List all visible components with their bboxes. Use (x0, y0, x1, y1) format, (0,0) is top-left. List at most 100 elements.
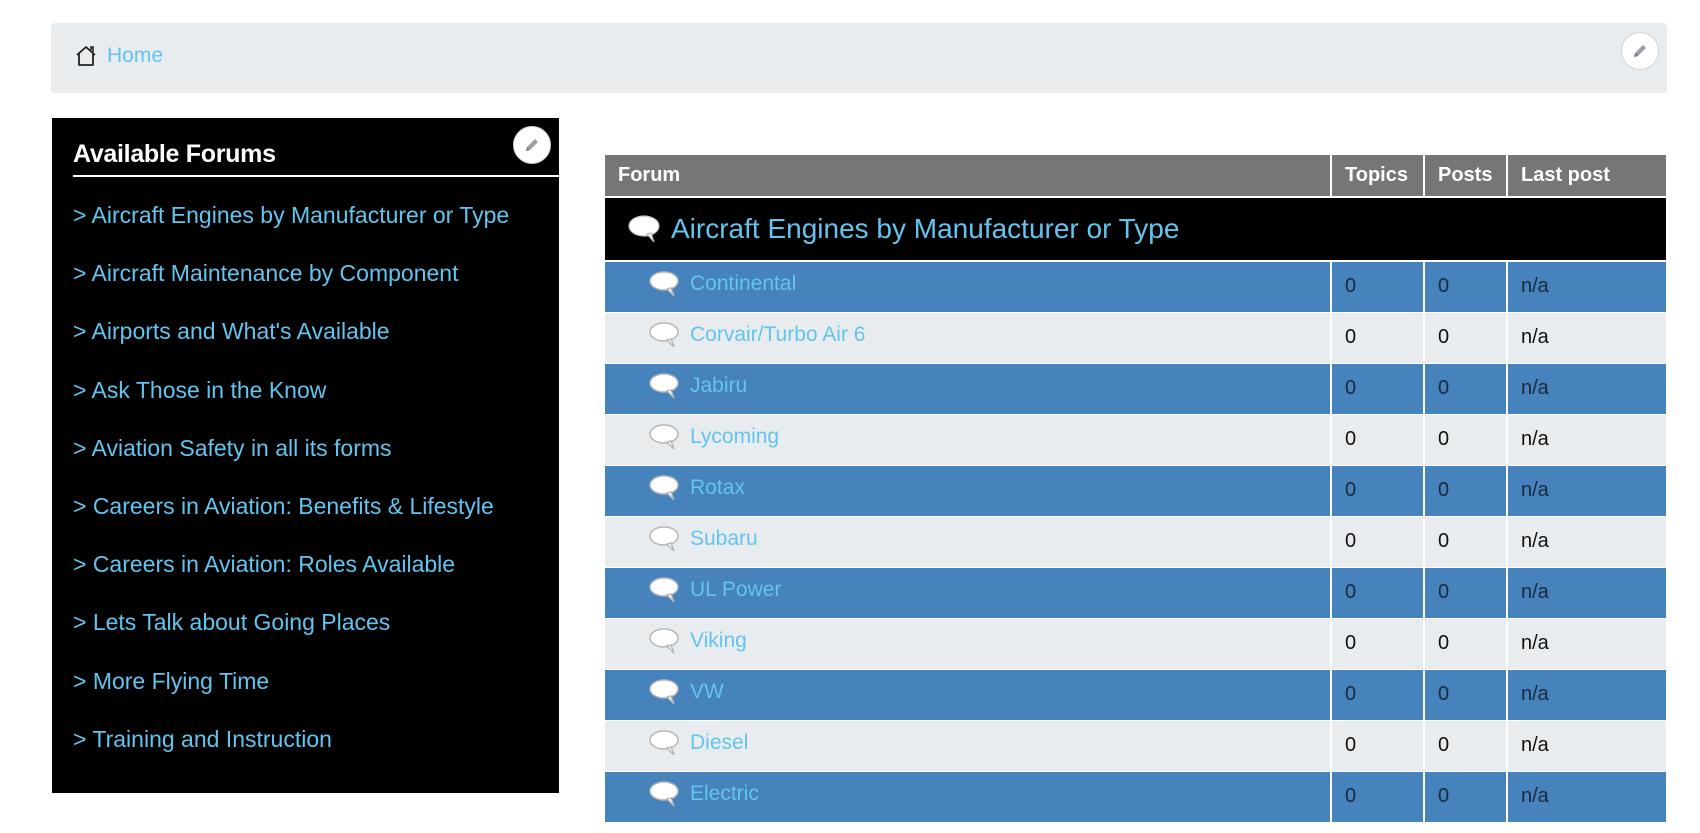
topics-count: 0 (1331, 618, 1425, 670)
topics-count: 0 (1331, 465, 1425, 517)
forum-table: Forum Topics Posts Last post Aircraft En… (605, 155, 1666, 823)
list-item: > More Flying Time (73, 668, 509, 726)
table-header-row: Forum Topics Posts Last post (605, 155, 1666, 198)
forum-nav-link[interactable]: > Aircraft Engines by Manufacturer or Ty… (73, 202, 509, 228)
topics-count: 0 (1331, 720, 1425, 772)
category-row: Aircraft Engines by Manufacturer or Type (605, 197, 1666, 262)
forum-link[interactable]: Corvair/Turbo Air 6 (690, 323, 865, 347)
speech-bubble-icon (649, 627, 679, 653)
topics-count: 0 (1331, 363, 1425, 415)
home-icon[interactable] (73, 43, 99, 69)
column-header-forum: Forum (605, 155, 1332, 198)
column-header-last-post: Last post (1507, 155, 1666, 198)
list-item: > Aircraft Maintenance by Component (73, 260, 509, 318)
forum-nav-link[interactable]: > Lets Talk about Going Places (73, 609, 390, 635)
speech-bubble-icon (649, 576, 679, 602)
table-row: Jabiru 0 0 n/a (605, 363, 1666, 415)
forum-link[interactable]: Lycoming (690, 425, 779, 449)
posts-count: 0 (1424, 465, 1508, 517)
list-item: > Careers in Aviation: Benefits & Lifest… (73, 493, 509, 551)
table-row: Subaru 0 0 n/a (605, 516, 1666, 568)
topics-count: 0 (1331, 771, 1425, 823)
list-item: > Aviation Safety in all its forms (73, 435, 509, 493)
pencil-icon (1634, 45, 1646, 57)
edit-button[interactable] (1621, 32, 1659, 70)
forum-link[interactable]: Electric (690, 782, 759, 806)
speech-bubble-icon (649, 321, 679, 347)
topics-count: 0 (1331, 414, 1425, 466)
forum-link[interactable]: VW (690, 680, 724, 704)
table-row: UL Power 0 0 n/a (605, 567, 1666, 619)
posts-count: 0 (1424, 567, 1508, 619)
forum-link[interactable]: Jabiru (690, 374, 747, 398)
breadcrumb-bar: Home (51, 23, 1667, 93)
posts-count: 0 (1424, 261, 1508, 313)
speech-bubble-icon (649, 678, 679, 704)
speech-bubble-icon (628, 215, 660, 243)
last-post-value: n/a (1507, 669, 1666, 721)
last-post-value: n/a (1507, 465, 1666, 517)
list-item: > Training and Instruction (73, 726, 509, 784)
speech-bubble-icon (649, 423, 679, 449)
speech-bubble-icon (649, 525, 679, 551)
sidebar-title: Available Forums (73, 140, 276, 168)
posts-count: 0 (1424, 414, 1508, 466)
table-row: Viking 0 0 n/a (605, 618, 1666, 670)
last-post-value: n/a (1507, 414, 1666, 466)
forum-link[interactable]: Continental (690, 272, 796, 296)
last-post-value: n/a (1507, 720, 1666, 772)
forum-nav-link[interactable]: > Aviation Safety in all its forms (73, 435, 392, 461)
column-header-posts: Posts (1424, 155, 1508, 198)
forum-nav-list: > Aircraft Engines by Manufacturer or Ty… (73, 202, 509, 784)
table-row: Corvair/Turbo Air 6 0 0 n/a (605, 312, 1666, 364)
forum-link[interactable]: Subaru (690, 527, 758, 551)
speech-bubble-icon (649, 271, 679, 297)
speech-bubble-icon (649, 372, 679, 398)
list-item: > Careers in Aviation: Roles Available (73, 551, 509, 609)
forum-nav-link[interactable]: > Aircraft Maintenance by Component (73, 260, 458, 286)
forum-link[interactable]: Viking (690, 629, 747, 653)
list-item: > Airports and What's Available (73, 318, 509, 376)
speech-bubble-icon (649, 780, 679, 806)
forum-nav-link[interactable]: > Careers in Aviation: Roles Available (73, 551, 455, 577)
posts-count: 0 (1424, 363, 1508, 415)
table-row: VW 0 0 n/a (605, 669, 1666, 721)
column-header-topics: Topics (1331, 155, 1425, 198)
last-post-value: n/a (1507, 363, 1666, 415)
list-item: > Lets Talk about Going Places (73, 609, 509, 667)
last-post-value: n/a (1507, 261, 1666, 313)
forum-link[interactable]: Diesel (690, 731, 748, 755)
breadcrumb-home-link[interactable]: Home (107, 44, 163, 68)
posts-count: 0 (1424, 618, 1508, 670)
last-post-value: n/a (1507, 516, 1666, 568)
posts-count: 0 (1424, 669, 1508, 721)
last-post-value: n/a (1507, 312, 1666, 364)
sidebar-divider (73, 175, 589, 177)
table-row: Diesel 0 0 n/a (605, 720, 1666, 772)
speech-bubble-icon (649, 729, 679, 755)
list-item: > Ask Those in the Know (73, 377, 509, 435)
topics-count: 0 (1331, 516, 1425, 568)
forum-nav-link[interactable]: > Ask Those in the Know (73, 377, 326, 403)
available-forums-panel: Available Forums > Aircraft Engines by M… (52, 118, 589, 793)
posts-count: 0 (1424, 720, 1508, 772)
last-post-value: n/a (1507, 771, 1666, 823)
posts-count: 0 (1424, 516, 1508, 568)
forum-link[interactable]: Rotax (690, 476, 745, 500)
posts-count: 0 (1424, 771, 1508, 823)
table-row: Electric 0 0 n/a (605, 771, 1666, 823)
table-row: Rotax 0 0 n/a (605, 465, 1666, 517)
forum-nav-link[interactable]: > More Flying Time (73, 668, 269, 694)
forum-nav-link[interactable]: > Careers in Aviation: Benefits & Lifest… (73, 493, 494, 519)
table-row: Lycoming 0 0 n/a (605, 414, 1666, 466)
category-link[interactable]: Aircraft Engines by Manufacturer or Type (671, 213, 1179, 245)
list-item: > Aircraft Engines by Manufacturer or Ty… (73, 202, 509, 260)
posts-count: 0 (1424, 312, 1508, 364)
last-post-value: n/a (1507, 618, 1666, 670)
last-post-value: n/a (1507, 567, 1666, 619)
forum-link[interactable]: UL Power (690, 578, 781, 602)
topics-count: 0 (1331, 567, 1425, 619)
forum-nav-link[interactable]: > Airports and What's Available (73, 318, 390, 344)
forum-nav-link[interactable]: > Training and Instruction (73, 726, 332, 752)
topics-count: 0 (1331, 312, 1425, 364)
